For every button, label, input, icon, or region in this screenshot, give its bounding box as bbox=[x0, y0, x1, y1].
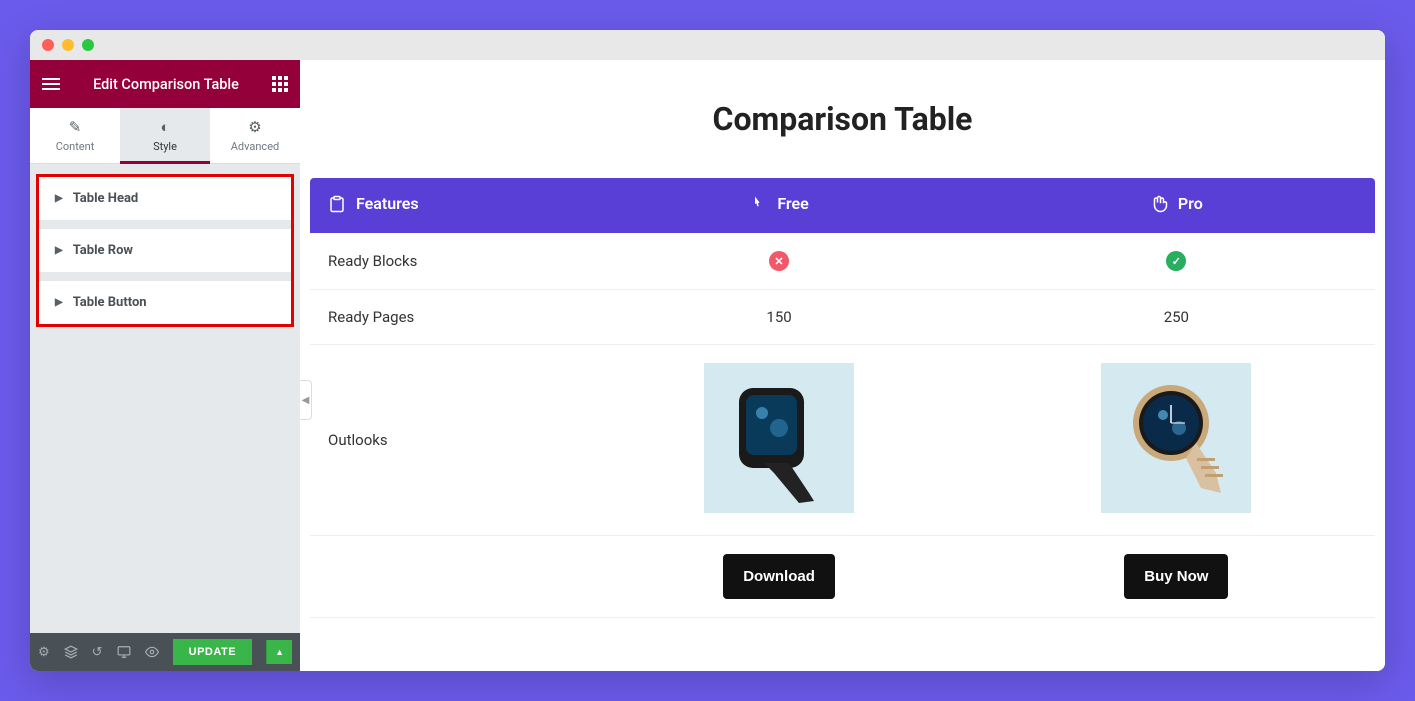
tab-style[interactable]: ◐ Style bbox=[120, 108, 210, 163]
product-image-pro bbox=[1101, 363, 1251, 513]
header-label: Free bbox=[777, 194, 808, 213]
pencil-icon: ✎ bbox=[30, 118, 120, 136]
style-icon: ◐ bbox=[120, 118, 210, 136]
section-label: Table Button bbox=[73, 295, 147, 310]
tab-label: Content bbox=[56, 140, 95, 153]
update-button[interactable]: UPDATE bbox=[173, 639, 252, 665]
row-label: Ready Pages bbox=[310, 290, 580, 345]
gear-icon: ⚙ bbox=[210, 118, 300, 136]
caret-right-icon: ▶ bbox=[55, 193, 63, 204]
header-label: Pro bbox=[1178, 194, 1203, 213]
cell-value: 250 bbox=[978, 290, 1375, 345]
highlighted-sections: ▶ Table Head ▶ Table Row ▶ Table Button bbox=[36, 174, 294, 327]
action-cell: Download bbox=[580, 536, 977, 618]
table-row: Outlooks bbox=[310, 345, 1375, 536]
tab-label: Style bbox=[153, 140, 177, 153]
responsive-icon[interactable] bbox=[117, 645, 131, 659]
editor-sidebar: Edit Comparison Table ✎ Content ◐ Style bbox=[30, 60, 300, 671]
preview-icon[interactable] bbox=[145, 645, 159, 659]
section-label: Table Head bbox=[73, 191, 139, 206]
empty-cell bbox=[310, 536, 580, 618]
table-header-row: Features Free bbox=[310, 178, 1375, 233]
pointer-icon bbox=[749, 195, 767, 213]
menu-button[interactable] bbox=[42, 75, 60, 93]
table-row: Ready Blocks ✕ ✓ bbox=[310, 233, 1375, 290]
editor-tabs: ✎ Content ◐ Style ⚙ Advanced bbox=[30, 108, 300, 164]
divider bbox=[39, 221, 291, 229]
download-button[interactable]: Download bbox=[723, 554, 835, 599]
caret-right-icon: ▶ bbox=[55, 297, 63, 308]
section-table-head[interactable]: ▶ Table Head bbox=[39, 177, 291, 221]
table-row: Ready Pages 150 250 bbox=[310, 290, 1375, 345]
app-window: Edit Comparison Table ✎ Content ◐ Style bbox=[30, 30, 1385, 671]
section-table-row[interactable]: ▶ Table Row bbox=[39, 229, 291, 273]
style-sections: ▶ Table Head ▶ Table Row ▶ Table Button bbox=[30, 164, 300, 337]
hand-icon bbox=[1150, 195, 1168, 213]
close-window-button[interactable] bbox=[42, 39, 54, 51]
collapse-sidebar-button[interactable]: ◀ bbox=[300, 380, 312, 420]
sidebar-title: Edit Comparison Table bbox=[80, 76, 252, 93]
sidebar-footer: ⚙ ↺ UPDATE ▲ bbox=[30, 633, 300, 671]
widgets-panel-button[interactable] bbox=[272, 76, 288, 92]
header-label: Features bbox=[356, 194, 419, 213]
tab-label: Advanced bbox=[231, 140, 279, 153]
cross-icon: ✕ bbox=[769, 251, 789, 271]
row-label: Outlooks bbox=[310, 345, 580, 536]
header-free: Free bbox=[580, 178, 977, 233]
row-label: Ready Blocks bbox=[310, 233, 580, 290]
preview-canvas: Comparison Table Features bbox=[300, 60, 1385, 671]
cell-check: ✓ bbox=[978, 233, 1375, 290]
app-body: Edit Comparison Table ✎ Content ◐ Style bbox=[30, 60, 1385, 671]
cell-cross: ✕ bbox=[580, 233, 977, 290]
navigator-icon[interactable] bbox=[64, 645, 78, 659]
tab-content[interactable]: ✎ Content bbox=[30, 108, 120, 163]
settings-icon[interactable]: ⚙ bbox=[38, 645, 50, 660]
caret-right-icon: ▶ bbox=[55, 245, 63, 256]
window-titlebar bbox=[30, 30, 1385, 60]
tab-advanced[interactable]: ⚙ Advanced bbox=[210, 108, 300, 163]
clipboard-icon bbox=[328, 195, 346, 213]
cell-value: 150 bbox=[580, 290, 977, 345]
section-table-button[interactable]: ▶ Table Button bbox=[39, 281, 291, 324]
header-features: Features bbox=[310, 178, 580, 233]
update-options-button[interactable]: ▲ bbox=[266, 640, 292, 664]
divider bbox=[39, 273, 291, 281]
sidebar-header: Edit Comparison Table bbox=[30, 60, 300, 108]
cell-image bbox=[978, 345, 1375, 536]
maximize-window-button[interactable] bbox=[82, 39, 94, 51]
buy-now-button[interactable]: Buy Now bbox=[1124, 554, 1228, 599]
check-icon: ✓ bbox=[1166, 251, 1186, 271]
comparison-table: Features Free bbox=[310, 178, 1375, 618]
page-title: Comparison Table bbox=[300, 100, 1385, 138]
section-label: Table Row bbox=[73, 243, 133, 258]
table-action-row: Download Buy Now bbox=[310, 536, 1375, 618]
product-image-free bbox=[704, 363, 854, 513]
action-cell: Buy Now bbox=[978, 536, 1375, 618]
minimize-window-button[interactable] bbox=[62, 39, 74, 51]
history-icon[interactable]: ↺ bbox=[92, 645, 103, 660]
header-pro: Pro bbox=[978, 178, 1375, 233]
cell-image bbox=[580, 345, 977, 536]
